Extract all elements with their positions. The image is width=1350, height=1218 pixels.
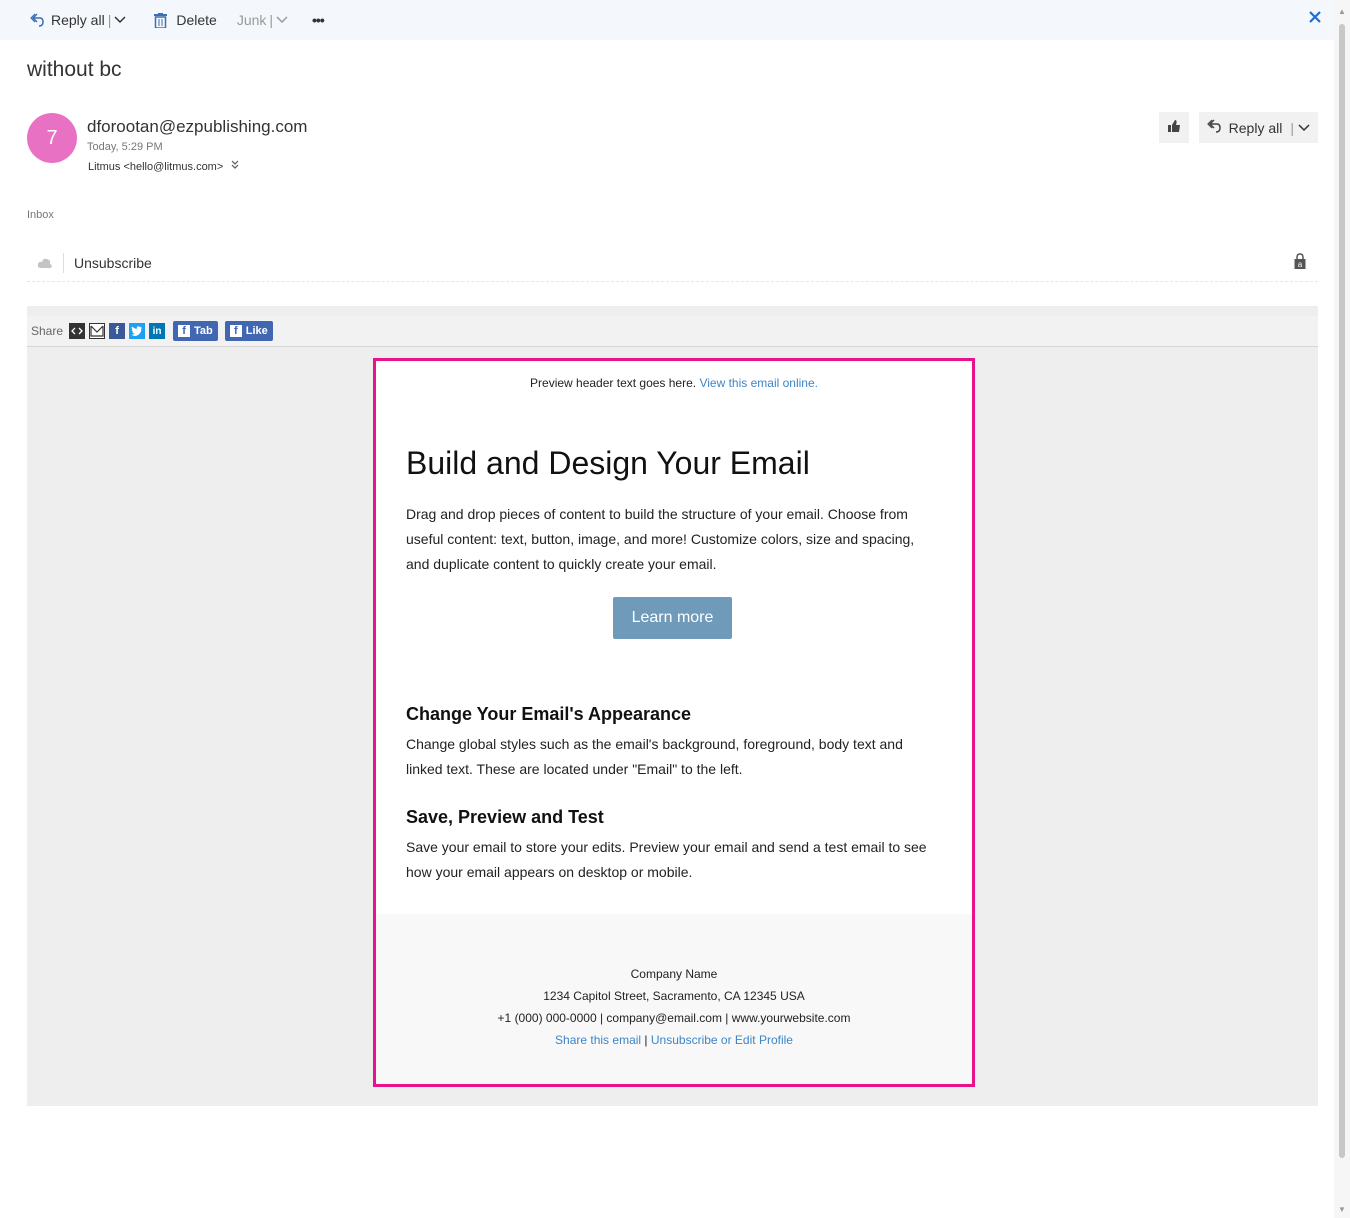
reply-all-icon [30, 12, 44, 28]
delete-label: Delete [176, 12, 217, 28]
trash-icon [154, 12, 168, 28]
reply-all-icon [1206, 118, 1221, 137]
company-name: Company Name [630, 967, 718, 981]
reply-all-label: Reply all [51, 12, 105, 28]
scrollbar-thumb[interactable] [1339, 24, 1345, 1158]
linkedin-icon[interactable]: in [149, 323, 166, 339]
email-headline: Build and Design Your Email [406, 445, 810, 481]
section-body-appearance: Change global styles such as the email's… [406, 736, 903, 777]
email-footer: Company Name 1234 Capitol Street, Sacram… [376, 914, 972, 1084]
message-reply-all-button[interactable]: Reply all | [1198, 112, 1318, 143]
footer-links: Share this email | Unsubscribe or Edit P… [376, 1033, 972, 1047]
junk-label: Junk [236, 12, 267, 28]
facebook-icon: f [229, 325, 242, 337]
company-contact: +1 (000) 000-0000 | company@email.com | … [497, 1011, 851, 1025]
unsubscribe-edit-profile-link[interactable]: Unsubscribe or Edit Profile [651, 1033, 793, 1047]
reply-all-divider: | [107, 12, 112, 28]
divider [63, 253, 64, 273]
facebook-like-button[interactable]: f Like [224, 321, 273, 341]
message-subject: without bc [27, 58, 122, 81]
recipient[interactable]: Litmus <hello@litmus.com> [88, 161, 223, 173]
reply-divider: | [1290, 119, 1294, 136]
email-body-region: Share f in f Tab f Like Preview header t… [27, 306, 1318, 1106]
delete-button[interactable]: Delete [154, 12, 217, 28]
view-online-link[interactable]: View this email online. [699, 376, 818, 390]
message-actions: Reply all | [1158, 112, 1318, 143]
unsubscribe-link[interactable]: Unsubscribe [74, 255, 152, 271]
section-title-save: Save, Preview and Test [406, 807, 604, 827]
facebook-tab-label: Tab [194, 325, 213, 337]
twitter-icon[interactable] [129, 323, 146, 339]
avatar[interactable]: 7 [27, 113, 77, 163]
facebook-icon[interactable]: f [109, 323, 126, 339]
junk-button[interactable]: Junk [237, 12, 267, 28]
lock-icon[interactable]: a [1294, 253, 1306, 275]
facebook-tab-button[interactable]: f Tab [173, 321, 218, 341]
more-icon: ••• [312, 12, 325, 28]
facebook-like-label: Like [245, 325, 268, 337]
chevron-down-icon[interactable] [1298, 123, 1310, 132]
svg-text:a: a [1298, 260, 1303, 269]
preheader-text: Preview header text goes here. [530, 376, 697, 390]
more-actions-button[interactable]: ••• [312, 12, 325, 28]
section-body-save: Save your email to store your edits. Pre… [406, 839, 927, 880]
folder-label[interactable]: Inbox [27, 209, 54, 221]
reply-all-button[interactable]: Reply all [30, 12, 105, 28]
expand-recipients-icon[interactable] [231, 160, 239, 173]
facebook-icon: f [178, 325, 191, 337]
scroll-down-icon[interactable]: ▼ [1338, 1206, 1346, 1214]
unsubscribe-bar: Unsubscribe a [27, 245, 1318, 282]
share-bar: Share f in f Tab f Like [27, 316, 1318, 347]
cloud-icon [37, 256, 53, 270]
junk-chevron-down-icon[interactable] [276, 16, 288, 24]
intro-paragraph: Drag and drop pieces of content to build… [406, 506, 915, 572]
preheader: Preview header text goes here. View this… [376, 376, 972, 390]
message-reply-all-label: Reply all [1228, 119, 1283, 136]
reply-all-chevron-down-icon[interactable] [114, 16, 126, 24]
thumbs-up-icon [1167, 119, 1181, 136]
email-share-icon[interactable] [89, 323, 106, 339]
email-content: Preview header text goes here. View this… [373, 358, 975, 1087]
learn-more-button[interactable]: Learn more [613, 597, 732, 639]
share-email-link[interactable]: Share this email [555, 1033, 641, 1047]
close-icon[interactable] [1308, 10, 1322, 29]
junk-divider: | [269, 12, 274, 28]
avatar-initial: 7 [46, 126, 58, 149]
like-button[interactable] [1158, 112, 1189, 143]
share-label: Share [31, 324, 64, 338]
recipient-line: Litmus <hello@litmus.com> [88, 160, 239, 173]
footer-link-separator: | [644, 1033, 648, 1047]
company-address: 1234 Capitol Street, Sacramento, CA 1234… [543, 989, 805, 1003]
section-title-appearance: Change Your Email's Appearance [406, 704, 692, 724]
embed-code-icon[interactable] [69, 323, 86, 339]
sender-address[interactable]: dforootan@ezpublishing.com [87, 117, 307, 137]
scrollbar[interactable]: ▲ ▼ [1334, 0, 1350, 1218]
scroll-up-icon[interactable]: ▲ [1338, 8, 1346, 16]
message-date: Today, 5:29 PM [87, 141, 163, 153]
top-toolbar: Reply all | Delete Junk | ••• [0, 0, 1334, 40]
